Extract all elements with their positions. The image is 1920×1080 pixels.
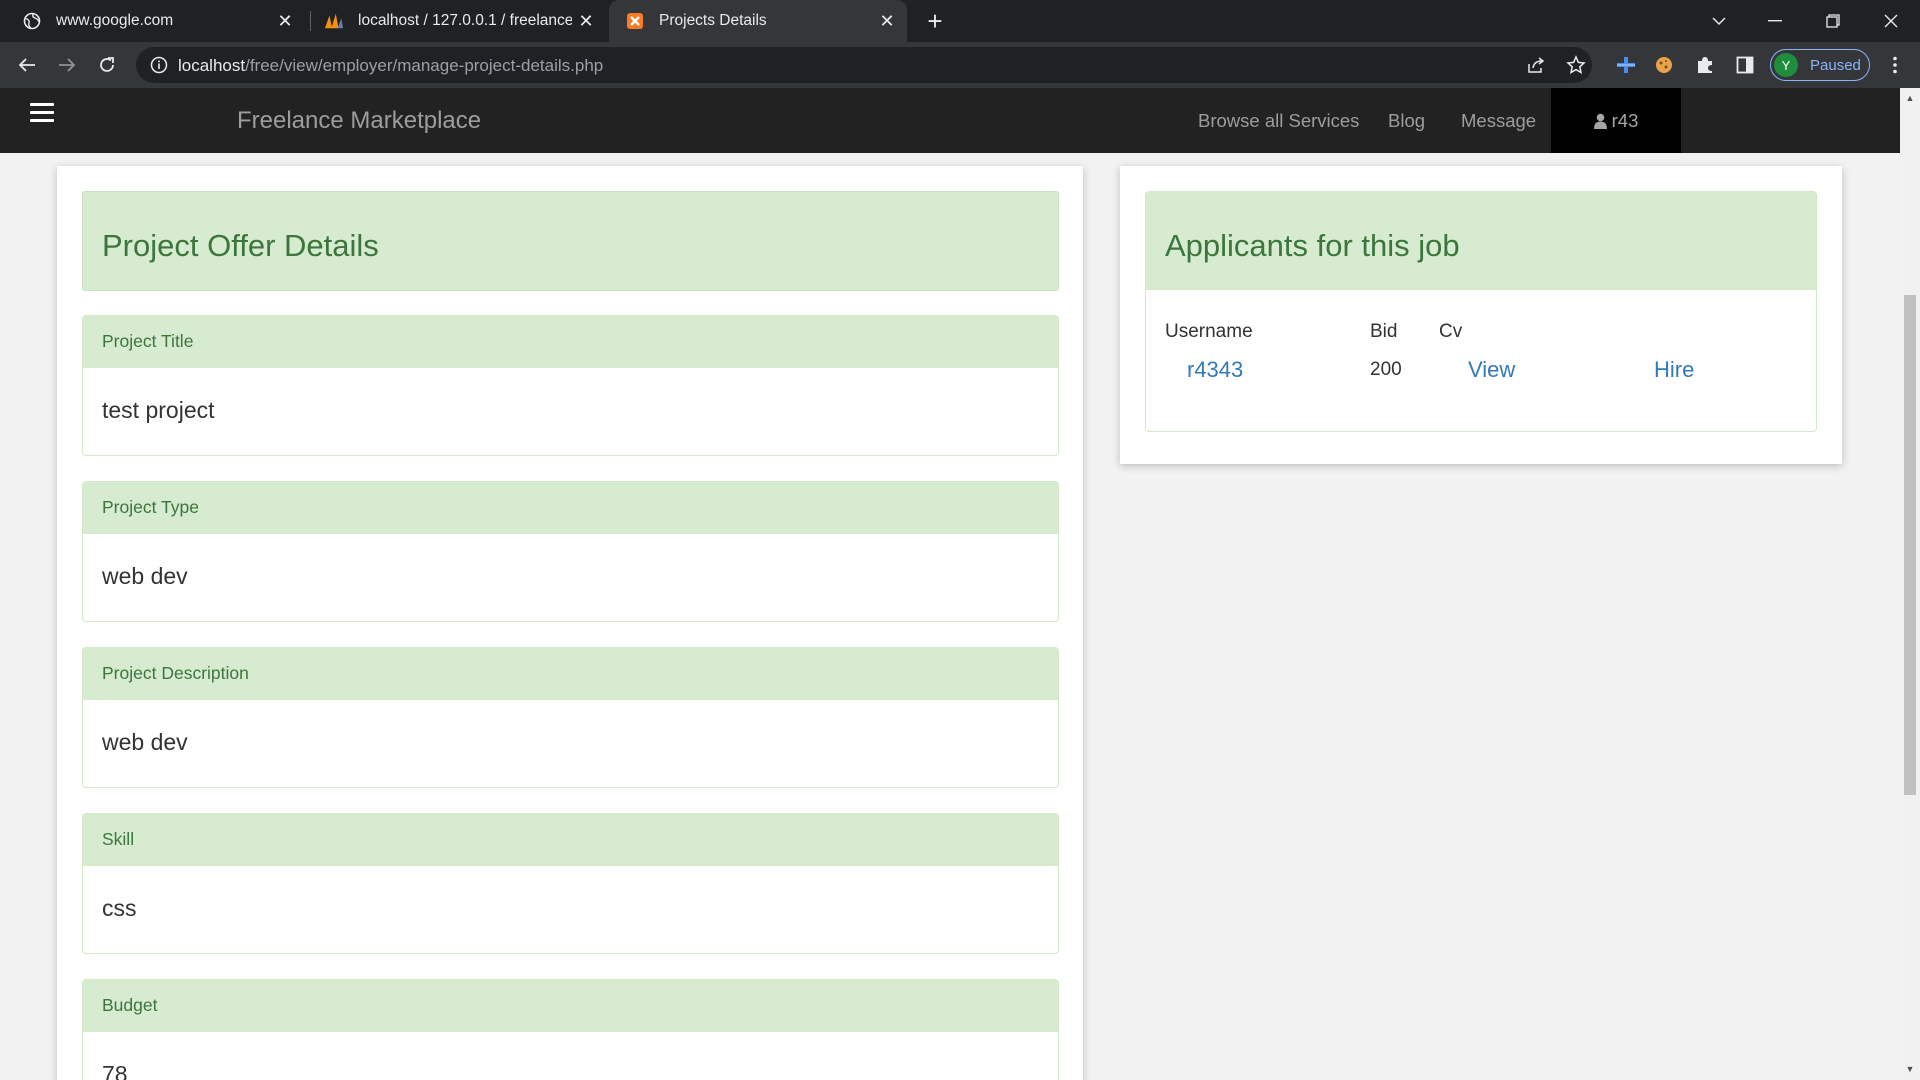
field-value: css — [102, 895, 137, 921]
avatar: Y — [1774, 53, 1798, 77]
profile-button[interactable]: Y Paused — [1770, 49, 1870, 81]
close-window-icon[interactable] — [1868, 0, 1914, 42]
browser-toolbar: localhost/free/view/employer/manage-proj… — [0, 42, 1920, 88]
field-panel-project-type: Project Type web dev — [82, 481, 1059, 622]
applicants-panel: Applicants for this job Username Bid Cv … — [1145, 191, 1817, 432]
extension-translate-icon[interactable] — [1614, 53, 1638, 77]
field-label: Budget — [83, 980, 1058, 1032]
applicant-bid: 200 — [1370, 359, 1402, 380]
applicants-heading-panel: Applicants for this job — [1146, 192, 1816, 290]
column-header-cv: Cv — [1439, 321, 1463, 342]
forward-arrow-icon[interactable] — [52, 50, 82, 80]
page-scrollbar[interactable]: ▲ ▼ — [1900, 88, 1920, 1080]
field-value: test project — [102, 397, 215, 423]
menu-kebab-icon[interactable] — [1885, 53, 1905, 77]
back-arrow-icon[interactable] — [12, 50, 42, 80]
browser-tab-strip: www.google.com ✕ localhost / 127.0.0.1 /… — [0, 0, 1920, 42]
applicants-title: Applicants for this job — [1165, 228, 1460, 263]
field-label: Project Title — [83, 316, 1058, 368]
tab-phpmyadmin[interactable]: localhost / 127.0.0.1 / freelance / ✕ — [312, 0, 606, 42]
hire-link[interactable]: Hire — [1654, 357, 1694, 383]
tab-separator — [310, 11, 311, 31]
nav-user-menu[interactable]: r43 — [1551, 88, 1681, 153]
nav-message[interactable]: Message — [1461, 110, 1536, 132]
column-header-username: Username — [1165, 321, 1253, 342]
field-value: web dev — [102, 729, 188, 755]
applicant-username-link[interactable]: r4343 — [1187, 357, 1243, 383]
scrollbar-thumb[interactable] — [1904, 295, 1916, 795]
page-title: Project Offer Details — [102, 228, 379, 263]
bookmark-star-icon[interactable] — [1565, 54, 1587, 76]
scroll-down-arrow-icon[interactable]: ▼ — [1905, 1064, 1915, 1074]
site-brand[interactable]: Freelance Marketplace — [237, 107, 481, 135]
tab-search-icon[interactable] — [1696, 0, 1742, 42]
url-host: localhost — [178, 56, 246, 75]
field-panel-project-description: Project Description web dev — [82, 647, 1059, 788]
field-panel-project-title: Project Title test project — [82, 315, 1059, 456]
share-icon[interactable] — [1525, 54, 1547, 76]
tab-title: localhost / 127.0.0.1 / freelance / — [358, 12, 572, 29]
field-panel-skill: Skill css — [82, 813, 1059, 954]
tab-title: Projects Details — [659, 12, 767, 29]
nav-username: r43 — [1611, 109, 1639, 131]
reload-icon[interactable] — [92, 50, 122, 80]
field-label: Project Description — [83, 648, 1058, 700]
field-value: web dev — [102, 563, 188, 589]
tab-title: www.google.com — [56, 12, 174, 29]
restore-icon[interactable] — [1810, 0, 1856, 42]
field-value: 78 — [102, 1061, 128, 1080]
project-details-card: Project Offer Details Project Title test… — [57, 166, 1083, 1080]
view-cv-link[interactable]: View — [1468, 357, 1515, 383]
site-navbar: Freelance Marketplace Browse all Service… — [0, 88, 1900, 153]
site-info-icon[interactable] — [150, 56, 168, 74]
phpmyadmin-icon — [324, 11, 344, 31]
profile-status: Paused — [1810, 56, 1861, 74]
column-header-bid: Bid — [1370, 321, 1398, 342]
close-tab-icon[interactable]: ✕ — [572, 7, 600, 35]
field-label: Project Type — [83, 482, 1058, 534]
side-panel-icon[interactable] — [1733, 53, 1757, 77]
url-path: /free/view/employer/manage-project-detai… — [245, 56, 604, 75]
url-text: localhost/free/view/employer/manage-proj… — [178, 56, 603, 76]
applicants-card: Applicants for this job Username Bid Cv … — [1120, 166, 1842, 464]
nav-blog[interactable]: Blog — [1388, 110, 1425, 132]
hamburger-menu-icon[interactable] — [30, 103, 54, 125]
globe-icon — [22, 11, 42, 31]
extension-cookie-icon[interactable] — [1652, 53, 1676, 77]
page-viewport: Freelance Marketplace Browse all Service… — [0, 88, 1900, 1080]
close-tab-icon[interactable]: ✕ — [873, 7, 901, 35]
xampp-icon — [625, 11, 645, 31]
new-tab-button[interactable]: + — [921, 6, 949, 36]
scroll-up-arrow-icon[interactable]: ▲ — [1905, 93, 1915, 103]
extensions-puzzle-icon[interactable] — [1693, 53, 1717, 77]
minimize-icon[interactable] — [1752, 0, 1798, 42]
user-icon — [1593, 113, 1607, 129]
nav-browse-services[interactable]: Browse all Services — [1198, 110, 1359, 132]
tab-projects-details[interactable]: Projects Details ✕ — [609, 0, 907, 42]
field-panel-budget: Budget 78 — [82, 979, 1059, 1080]
tab-google[interactable]: www.google.com ✕ — [0, 0, 305, 42]
project-details-heading-panel: Project Offer Details — [82, 191, 1059, 291]
address-bar[interactable]: localhost/free/view/employer/manage-proj… — [136, 47, 1592, 83]
close-tab-icon[interactable]: ✕ — [271, 7, 299, 35]
field-label: Skill — [83, 814, 1058, 866]
